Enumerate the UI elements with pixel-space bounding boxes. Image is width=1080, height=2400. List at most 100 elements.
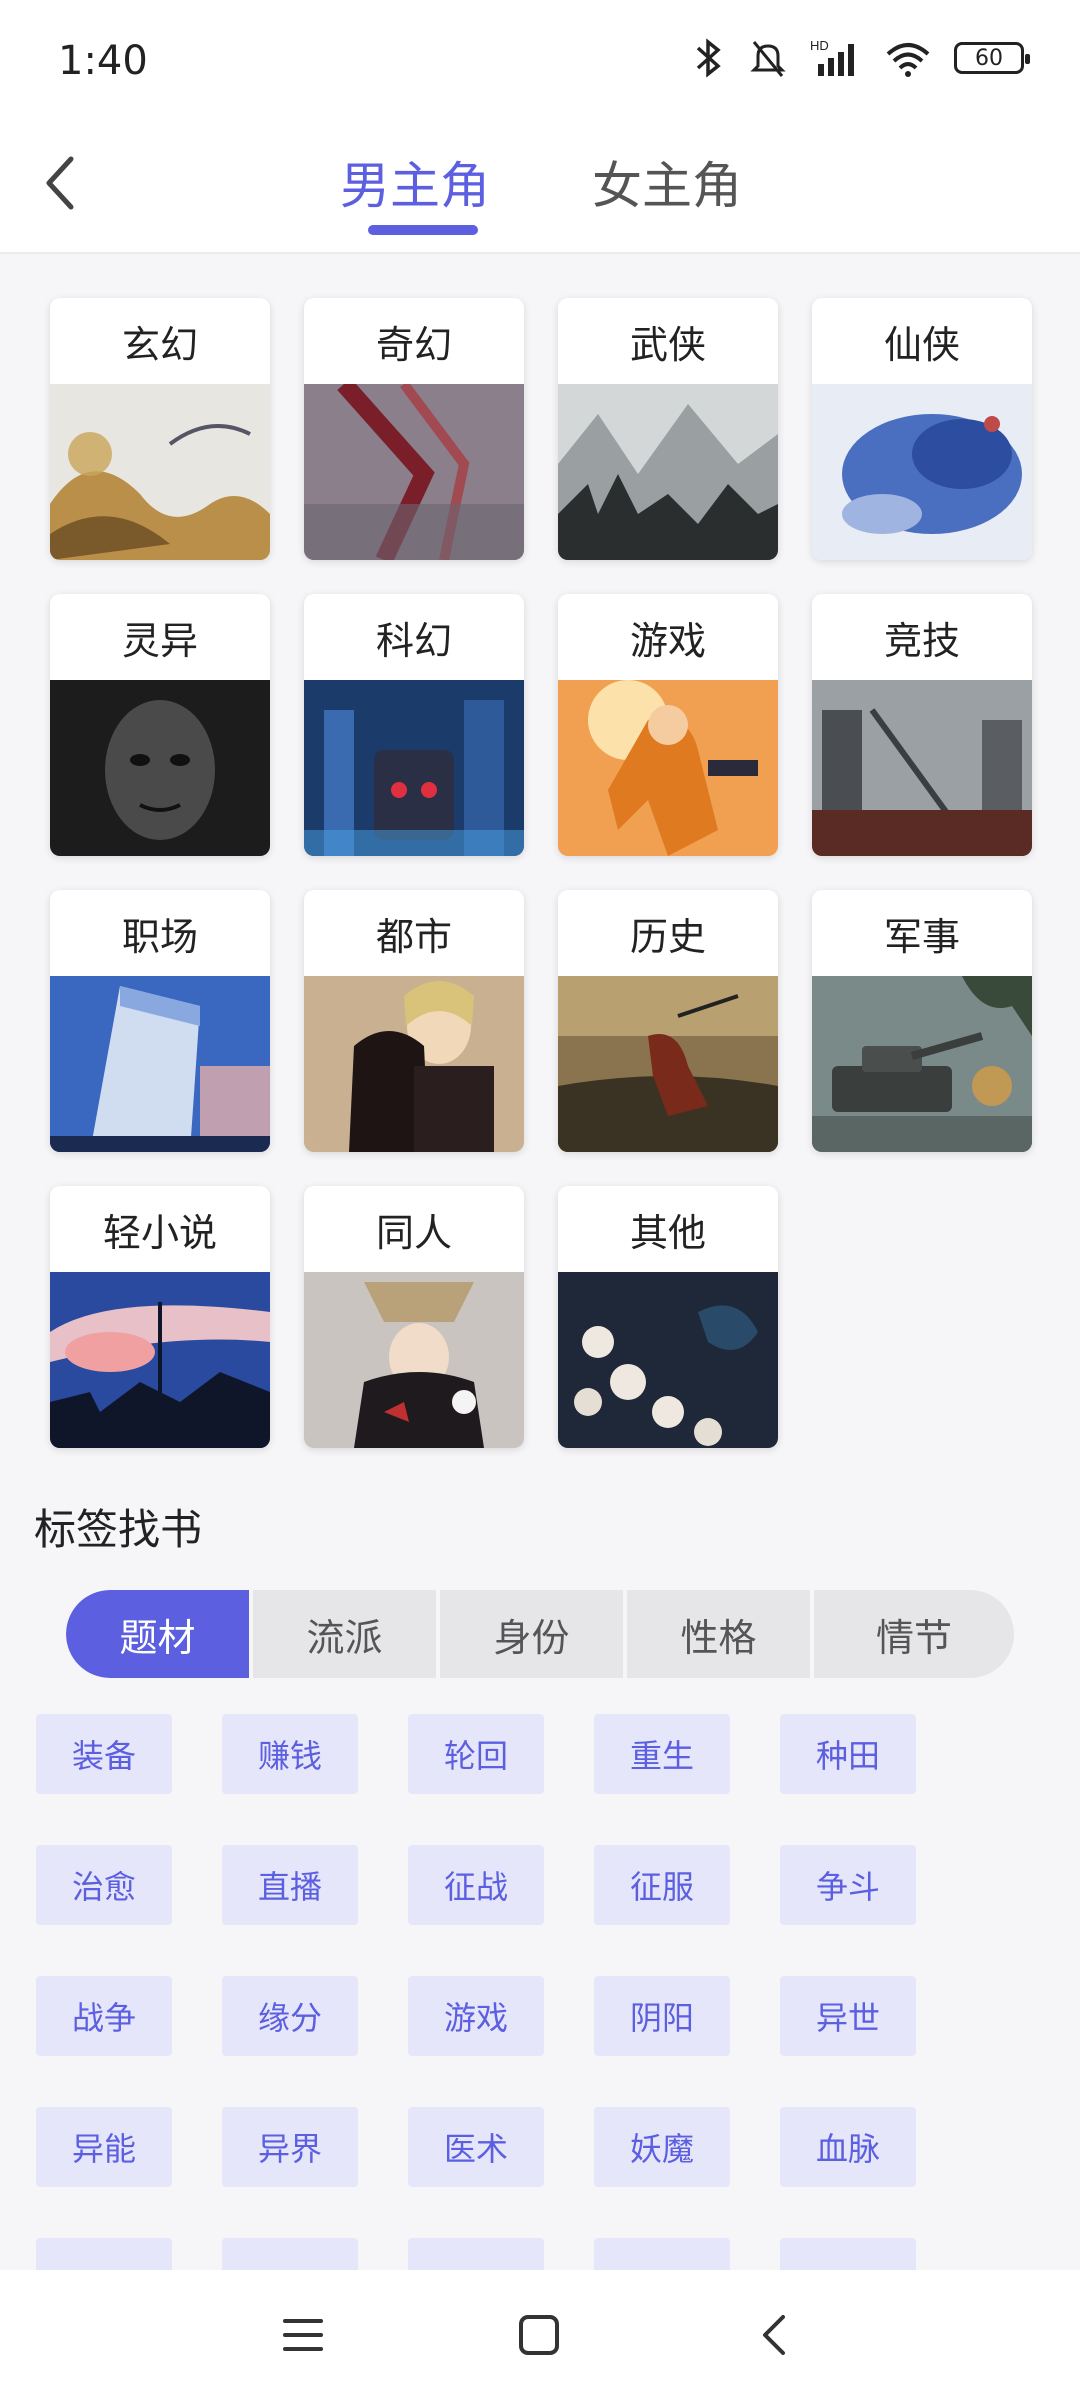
category-label: 同人 bbox=[375, 1210, 452, 1255]
filter-tab-plot[interactable]: 情节 bbox=[814, 1590, 1014, 1678]
tag-chip[interactable]: 阴阳 bbox=[594, 1976, 730, 2056]
category-cover-image bbox=[50, 384, 270, 560]
category-card[interactable]: 历史 bbox=[558, 890, 778, 1152]
category-cover-image bbox=[558, 384, 778, 560]
menu-icon bbox=[283, 2319, 323, 2351]
category-card[interactable]: 职场 bbox=[50, 890, 270, 1152]
category-card[interactable]: 玄幻 bbox=[50, 298, 270, 560]
tag-chip[interactable]: 争斗 bbox=[780, 1845, 916, 1925]
tag-chip[interactable]: 战争 bbox=[36, 1976, 172, 2056]
tag-filter-tabs: 题材 流派 身份 性格 情节 bbox=[66, 1590, 1014, 1678]
category-cover-image bbox=[304, 384, 524, 560]
tag-chip-partial[interactable] bbox=[780, 2238, 916, 2270]
tag-list: 装备 赚钱 轮回 重生 种田 治愈 直播 征战 征服 争斗 战争 缘分 游戏 阴… bbox=[36, 1714, 1046, 2270]
tag-chip[interactable]: 异界 bbox=[222, 2107, 358, 2187]
category-card[interactable]: 仙侠 bbox=[812, 298, 1032, 560]
category-card[interactable]: 竞技 bbox=[812, 594, 1032, 856]
tag-chip-partial[interactable] bbox=[408, 2238, 544, 2270]
category-label: 竞技 bbox=[883, 618, 960, 663]
category-cover-image bbox=[50, 680, 270, 856]
tab-female-lead[interactable]: 女主角 bbox=[592, 146, 742, 218]
category-cover-image bbox=[558, 976, 778, 1152]
category-card[interactable]: 军事 bbox=[812, 890, 1032, 1152]
signal-icon: HD bbox=[810, 38, 854, 76]
status-icons: HD 60 bbox=[692, 38, 1030, 78]
filter-tab-identity[interactable]: 身份 bbox=[440, 1590, 627, 1678]
category-card[interactable]: 同人 bbox=[304, 1186, 524, 1448]
category-label: 灵异 bbox=[121, 618, 198, 663]
header: 男主角 女主角 bbox=[0, 126, 1080, 254]
category-card[interactable]: 游戏 bbox=[558, 594, 778, 856]
category-cover-image bbox=[812, 384, 1032, 560]
status-bar: 1:40 HD 60 bbox=[0, 0, 1080, 126]
tag-chip-partial[interactable] bbox=[222, 2238, 358, 2270]
category-label: 军事 bbox=[883, 914, 960, 959]
category-cover-image bbox=[50, 1272, 270, 1448]
tag-chip[interactable]: 赚钱 bbox=[222, 1714, 358, 1794]
mute-bell-icon bbox=[750, 41, 786, 77]
tag-chip[interactable]: 妖魔 bbox=[594, 2107, 730, 2187]
home-button[interactable] bbox=[504, 2300, 574, 2370]
chevron-left-icon bbox=[763, 2315, 785, 2355]
svg-text:HD: HD bbox=[810, 38, 829, 53]
battery-level: 60 bbox=[975, 45, 1003, 71]
category-label: 武侠 bbox=[629, 322, 706, 367]
category-card[interactable]: 其他 bbox=[558, 1186, 778, 1448]
category-label: 科幻 bbox=[375, 618, 452, 663]
tag-chip[interactable]: 异能 bbox=[36, 2107, 172, 2187]
status-time: 1:40 bbox=[58, 38, 148, 84]
system-nav-bar bbox=[0, 2270, 1080, 2400]
tag-chip[interactable]: 缘分 bbox=[222, 1976, 358, 2056]
category-card[interactable]: 灵异 bbox=[50, 594, 270, 856]
category-label: 都市 bbox=[375, 914, 452, 959]
category-cover-image bbox=[304, 976, 524, 1152]
tag-chip[interactable]: 血脉 bbox=[780, 2107, 916, 2187]
tag-chip[interactable]: 医术 bbox=[408, 2107, 544, 2187]
wifi-icon bbox=[886, 43, 930, 77]
category-card[interactable]: 轻小说 bbox=[50, 1186, 270, 1448]
system-back-button[interactable] bbox=[740, 2300, 810, 2370]
tab-male-lead[interactable]: 男主角 bbox=[340, 146, 490, 218]
category-label: 职场 bbox=[121, 914, 198, 959]
tag-chip[interactable]: 种田 bbox=[780, 1714, 916, 1794]
category-label: 奇幻 bbox=[375, 322, 452, 367]
tag-chip[interactable]: 异世 bbox=[780, 1976, 916, 2056]
tag-section-title: 标签找书 bbox=[34, 1505, 203, 1554]
tag-chip[interactable]: 治愈 bbox=[36, 1845, 172, 1925]
tag-chip[interactable]: 直播 bbox=[222, 1845, 358, 1925]
home-square-icon bbox=[519, 2315, 559, 2355]
active-tab-indicator bbox=[368, 225, 478, 235]
category-cover-image bbox=[50, 976, 270, 1152]
category-card[interactable]: 都市 bbox=[304, 890, 524, 1152]
category-cover-image bbox=[558, 680, 778, 856]
menu-button[interactable] bbox=[268, 2300, 338, 2370]
tag-chip[interactable]: 征服 bbox=[594, 1845, 730, 1925]
filter-tab-personality[interactable]: 性格 bbox=[627, 1590, 814, 1678]
tag-chip[interactable]: 征战 bbox=[408, 1845, 544, 1925]
tag-chip[interactable]: 重生 bbox=[594, 1714, 730, 1794]
tag-chip[interactable]: 装备 bbox=[36, 1714, 172, 1794]
category-cover-image bbox=[304, 1272, 524, 1448]
category-label: 其他 bbox=[629, 1210, 706, 1255]
back-button[interactable] bbox=[26, 148, 96, 218]
category-card[interactable]: 武侠 bbox=[558, 298, 778, 560]
tag-chip[interactable]: 游戏 bbox=[408, 1976, 544, 2056]
tag-chip[interactable]: 轮回 bbox=[408, 1714, 544, 1794]
category-label: 轻小说 bbox=[102, 1210, 217, 1255]
filter-tab-theme[interactable]: 题材 bbox=[66, 1590, 253, 1678]
category-label: 仙侠 bbox=[883, 322, 960, 367]
category-cover-image bbox=[812, 976, 1032, 1152]
category-card[interactable]: 科幻 bbox=[304, 594, 524, 856]
tag-chip-partial[interactable] bbox=[594, 2238, 730, 2270]
category-label: 游戏 bbox=[629, 618, 706, 663]
battery-icon: 60 bbox=[954, 42, 1030, 74]
category-cover-image bbox=[812, 680, 1032, 856]
category-label: 历史 bbox=[629, 914, 706, 959]
filter-tab-genre[interactable]: 流派 bbox=[253, 1590, 440, 1678]
tag-chip-partial[interactable] bbox=[36, 2238, 172, 2270]
bluetooth-icon bbox=[696, 38, 721, 78]
back-arrow-icon bbox=[46, 156, 74, 210]
category-label: 玄幻 bbox=[121, 322, 198, 367]
category-card[interactable]: 奇幻 bbox=[304, 298, 524, 560]
category-cover-image bbox=[558, 1272, 778, 1448]
